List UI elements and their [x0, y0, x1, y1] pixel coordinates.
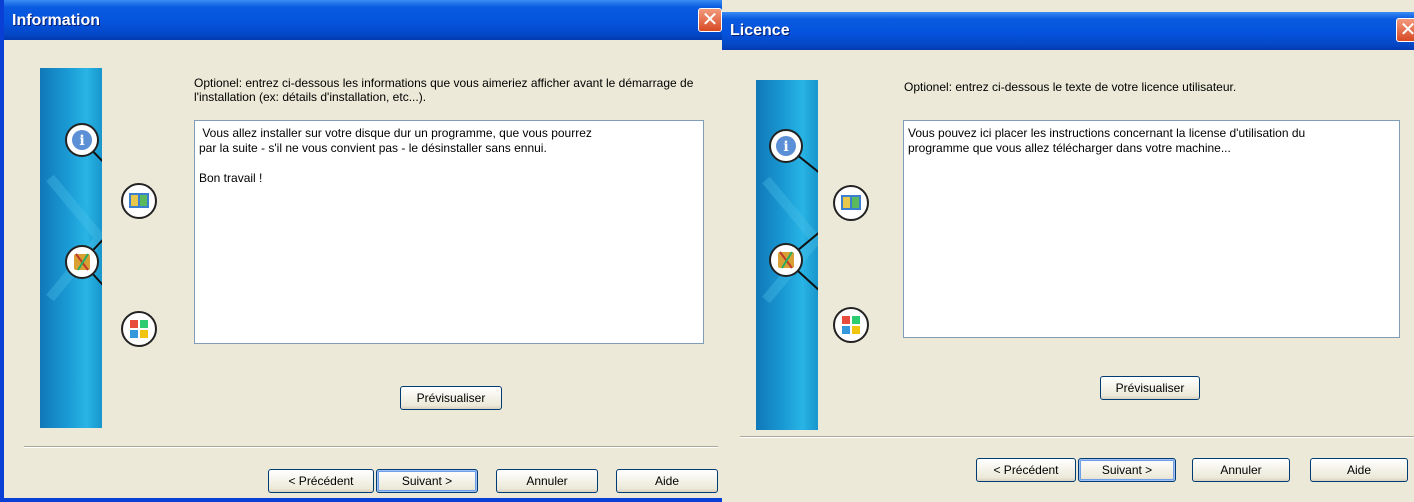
instructions-text: Optionel: entrez ci-dessous le texte de … [904, 80, 1237, 94]
preview-button[interactable]: Prévisualiser [1100, 376, 1200, 400]
svg-text:i: i [79, 133, 84, 149]
next-button[interactable]: Suivant > [1078, 458, 1176, 482]
help-button[interactable]: Aide [616, 469, 718, 493]
svg-text:i: i [783, 139, 788, 155]
book-icon [121, 183, 157, 219]
close-button[interactable]: ✕ [1396, 18, 1414, 42]
title-bar[interactable]: Licence ✕ [722, 12, 1414, 50]
window-title: Information [12, 12, 100, 29]
previous-button[interactable]: < Précédent [976, 458, 1076, 482]
windows-logo-icon [121, 311, 157, 347]
windows-logo-icon [833, 307, 869, 343]
info-icon: i [65, 123, 99, 157]
licence-textarea[interactable]: Vous pouvez ici placer les instructions … [903, 120, 1400, 338]
cancel-button[interactable]: Annuler [1192, 458, 1290, 482]
close-button[interactable]: ✕ [698, 8, 722, 32]
book-icon [833, 185, 869, 221]
wizard-banner: i [40, 68, 102, 428]
previous-button[interactable]: < Précédent [268, 469, 374, 493]
info-icon: i [769, 129, 803, 163]
tools-icon [769, 243, 803, 277]
help-button[interactable]: Aide [1310, 458, 1408, 482]
preview-button[interactable]: Prévisualiser [400, 386, 502, 410]
window-title: Licence [730, 22, 790, 39]
tools-icon [65, 245, 99, 279]
information-dialog: Information ✕ i Optionel: entrez ci-dess… [0, 0, 722, 502]
cancel-button[interactable]: Annuler [496, 469, 598, 493]
separator [24, 446, 718, 448]
next-button[interactable]: Suivant > [376, 469, 478, 493]
wizard-banner: i [756, 80, 818, 430]
title-bar[interactable]: Information ✕ [4, 0, 722, 40]
instructions-text: Optionel: entrez ci-dessous les informat… [194, 76, 694, 104]
separator [740, 436, 1414, 438]
licence-dialog: Licence ✕ i Optionel: entrez ci-dessous … [722, 0, 1414, 502]
information-textarea[interactable]: Vous allez installer sur votre disque du… [194, 120, 704, 344]
